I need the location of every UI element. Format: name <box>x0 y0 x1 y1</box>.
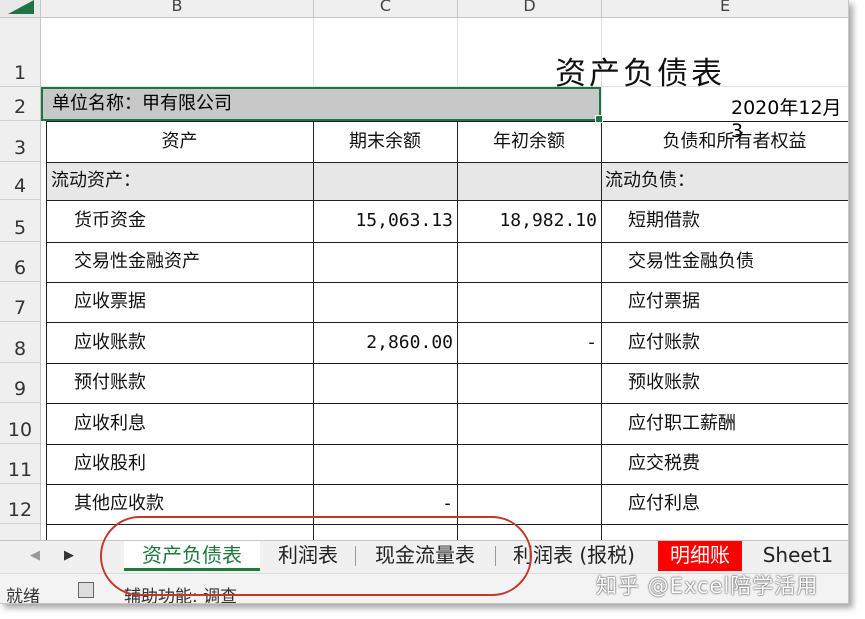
asset-begin-value[interactable]: - <box>457 322 597 363</box>
header-liabilities[interactable]: 负债和所有者权益 <box>601 121 848 162</box>
asset-row-label[interactable]: 应收股利 <box>74 444 146 484</box>
select-all-corner[interactable] <box>0 0 41 17</box>
row-header-11[interactable]: 11 <box>0 444 40 484</box>
tab-scroll-right-icon[interactable]: ▶ <box>64 548 74 563</box>
asset-end-value[interactable]: 2,860.00 <box>313 322 453 363</box>
row-header-8[interactable]: 8 <box>0 322 40 363</box>
header-assets[interactable]: 资产 <box>46 121 313 162</box>
liability-row-label[interactable]: 应付票据 <box>628 282 700 322</box>
liability-row-label[interactable]: 应付职工薪酬 <box>628 403 736 444</box>
tab-balance-sheet[interactable]: 资产负债表 <box>124 541 260 571</box>
status-ready: 就绪 <box>6 587 40 604</box>
row-header-9[interactable]: 9 <box>0 363 40 403</box>
asset-row-label[interactable]: 应收账款 <box>74 322 146 363</box>
asset-row-label[interactable]: 应收票据 <box>74 282 146 322</box>
current-assets-label[interactable]: 流动资产： <box>51 162 141 200</box>
asset-end-value[interactable]: 15,063.13 <box>313 200 453 242</box>
macro-record-icon[interactable] <box>78 582 94 598</box>
asset-row-label[interactable]: 交易性金融资产 <box>74 242 200 282</box>
cell-grid[interactable]: 资产负债表 单位名称：甲有限公司 2020年12月3 资产 期末余额 年初余额 … <box>41 18 848 540</box>
column-header-d[interactable]: D <box>458 0 602 17</box>
row-header-5[interactable]: 5 <box>0 200 40 242</box>
current-liabilities-label[interactable]: 流动负债： <box>605 162 695 200</box>
column-header-e[interactable]: E <box>602 0 848 17</box>
liability-row-label[interactable]: 应付账款 <box>628 322 700 363</box>
tab-cash-flow[interactable]: 现金流量表 <box>357 541 493 571</box>
status-accessibility[interactable]: 辅助功能: 调查 <box>124 582 237 603</box>
asset-row-label[interactable]: 货币资金 <box>74 200 146 242</box>
spreadsheet-window: B C D E 1 2 3 4 5 6 7 8 9 10 11 12 资产负债表… <box>0 0 849 604</box>
tab-income-statement[interactable]: 利润表 <box>262 541 354 571</box>
tab-income-statement-tax[interactable]: 利润表 (报税) <box>500 541 648 571</box>
liability-row-label[interactable]: 应交税费 <box>628 444 700 484</box>
row-header-10[interactable]: 10 <box>0 403 40 444</box>
liability-row-label[interactable]: 应付利息 <box>628 484 700 524</box>
header-end-balance[interactable]: 期末余额 <box>313 121 457 162</box>
row-header-1[interactable]: 1 <box>0 18 40 87</box>
row-header-4[interactable]: 4 <box>0 162 40 200</box>
current-section-row <box>46 162 848 200</box>
column-header-c[interactable]: C <box>314 0 458 17</box>
liability-row-label[interactable]: 预收账款 <box>628 363 700 403</box>
asset-row-label[interactable]: 其他应收款 <box>74 484 164 524</box>
row-header-3[interactable]: 3 <box>0 121 40 162</box>
row-header-7[interactable]: 7 <box>0 282 40 322</box>
header-begin-balance[interactable]: 年初余额 <box>457 121 601 162</box>
sheet-tab-bar: ◀ ▶ 资产负债表 利润表 现金流量表 利润表 (报税) 明细账 Sheet1 <box>0 540 848 573</box>
row-header-12[interactable]: 12 <box>0 484 40 524</box>
liability-row-label[interactable]: 短期借款 <box>628 200 700 242</box>
asset-row-label[interactable]: 预付账款 <box>74 363 146 403</box>
column-header-b[interactable]: B <box>41 0 314 17</box>
asset-end-value[interactable]: - <box>313 484 453 524</box>
watermark-text: 知乎 @Excel陪学活用 <box>596 574 819 598</box>
row-header-2[interactable]: 2 <box>0 87 40 121</box>
row-header-bar: 1 2 3 4 5 6 7 8 9 10 11 12 <box>0 18 41 540</box>
tab-scroll-left-icon[interactable]: ◀ <box>30 548 40 563</box>
asset-row-label[interactable]: 应收利息 <box>74 403 146 444</box>
unit-name-text: 单位名称：甲有限公司 <box>52 93 232 114</box>
column-header-bar: B C D E <box>0 0 848 18</box>
asset-begin-value[interactable]: 18,982.10 <box>457 200 597 242</box>
row-header-6[interactable]: 6 <box>0 242 40 282</box>
tab-ledger-details[interactable]: 明细账 <box>658 541 742 571</box>
selected-cell-unit-name[interactable]: 单位名称：甲有限公司 <box>41 87 603 123</box>
tab-sheet1[interactable]: Sheet1 <box>750 541 846 571</box>
liability-row-label[interactable]: 交易性金融负债 <box>628 242 754 282</box>
